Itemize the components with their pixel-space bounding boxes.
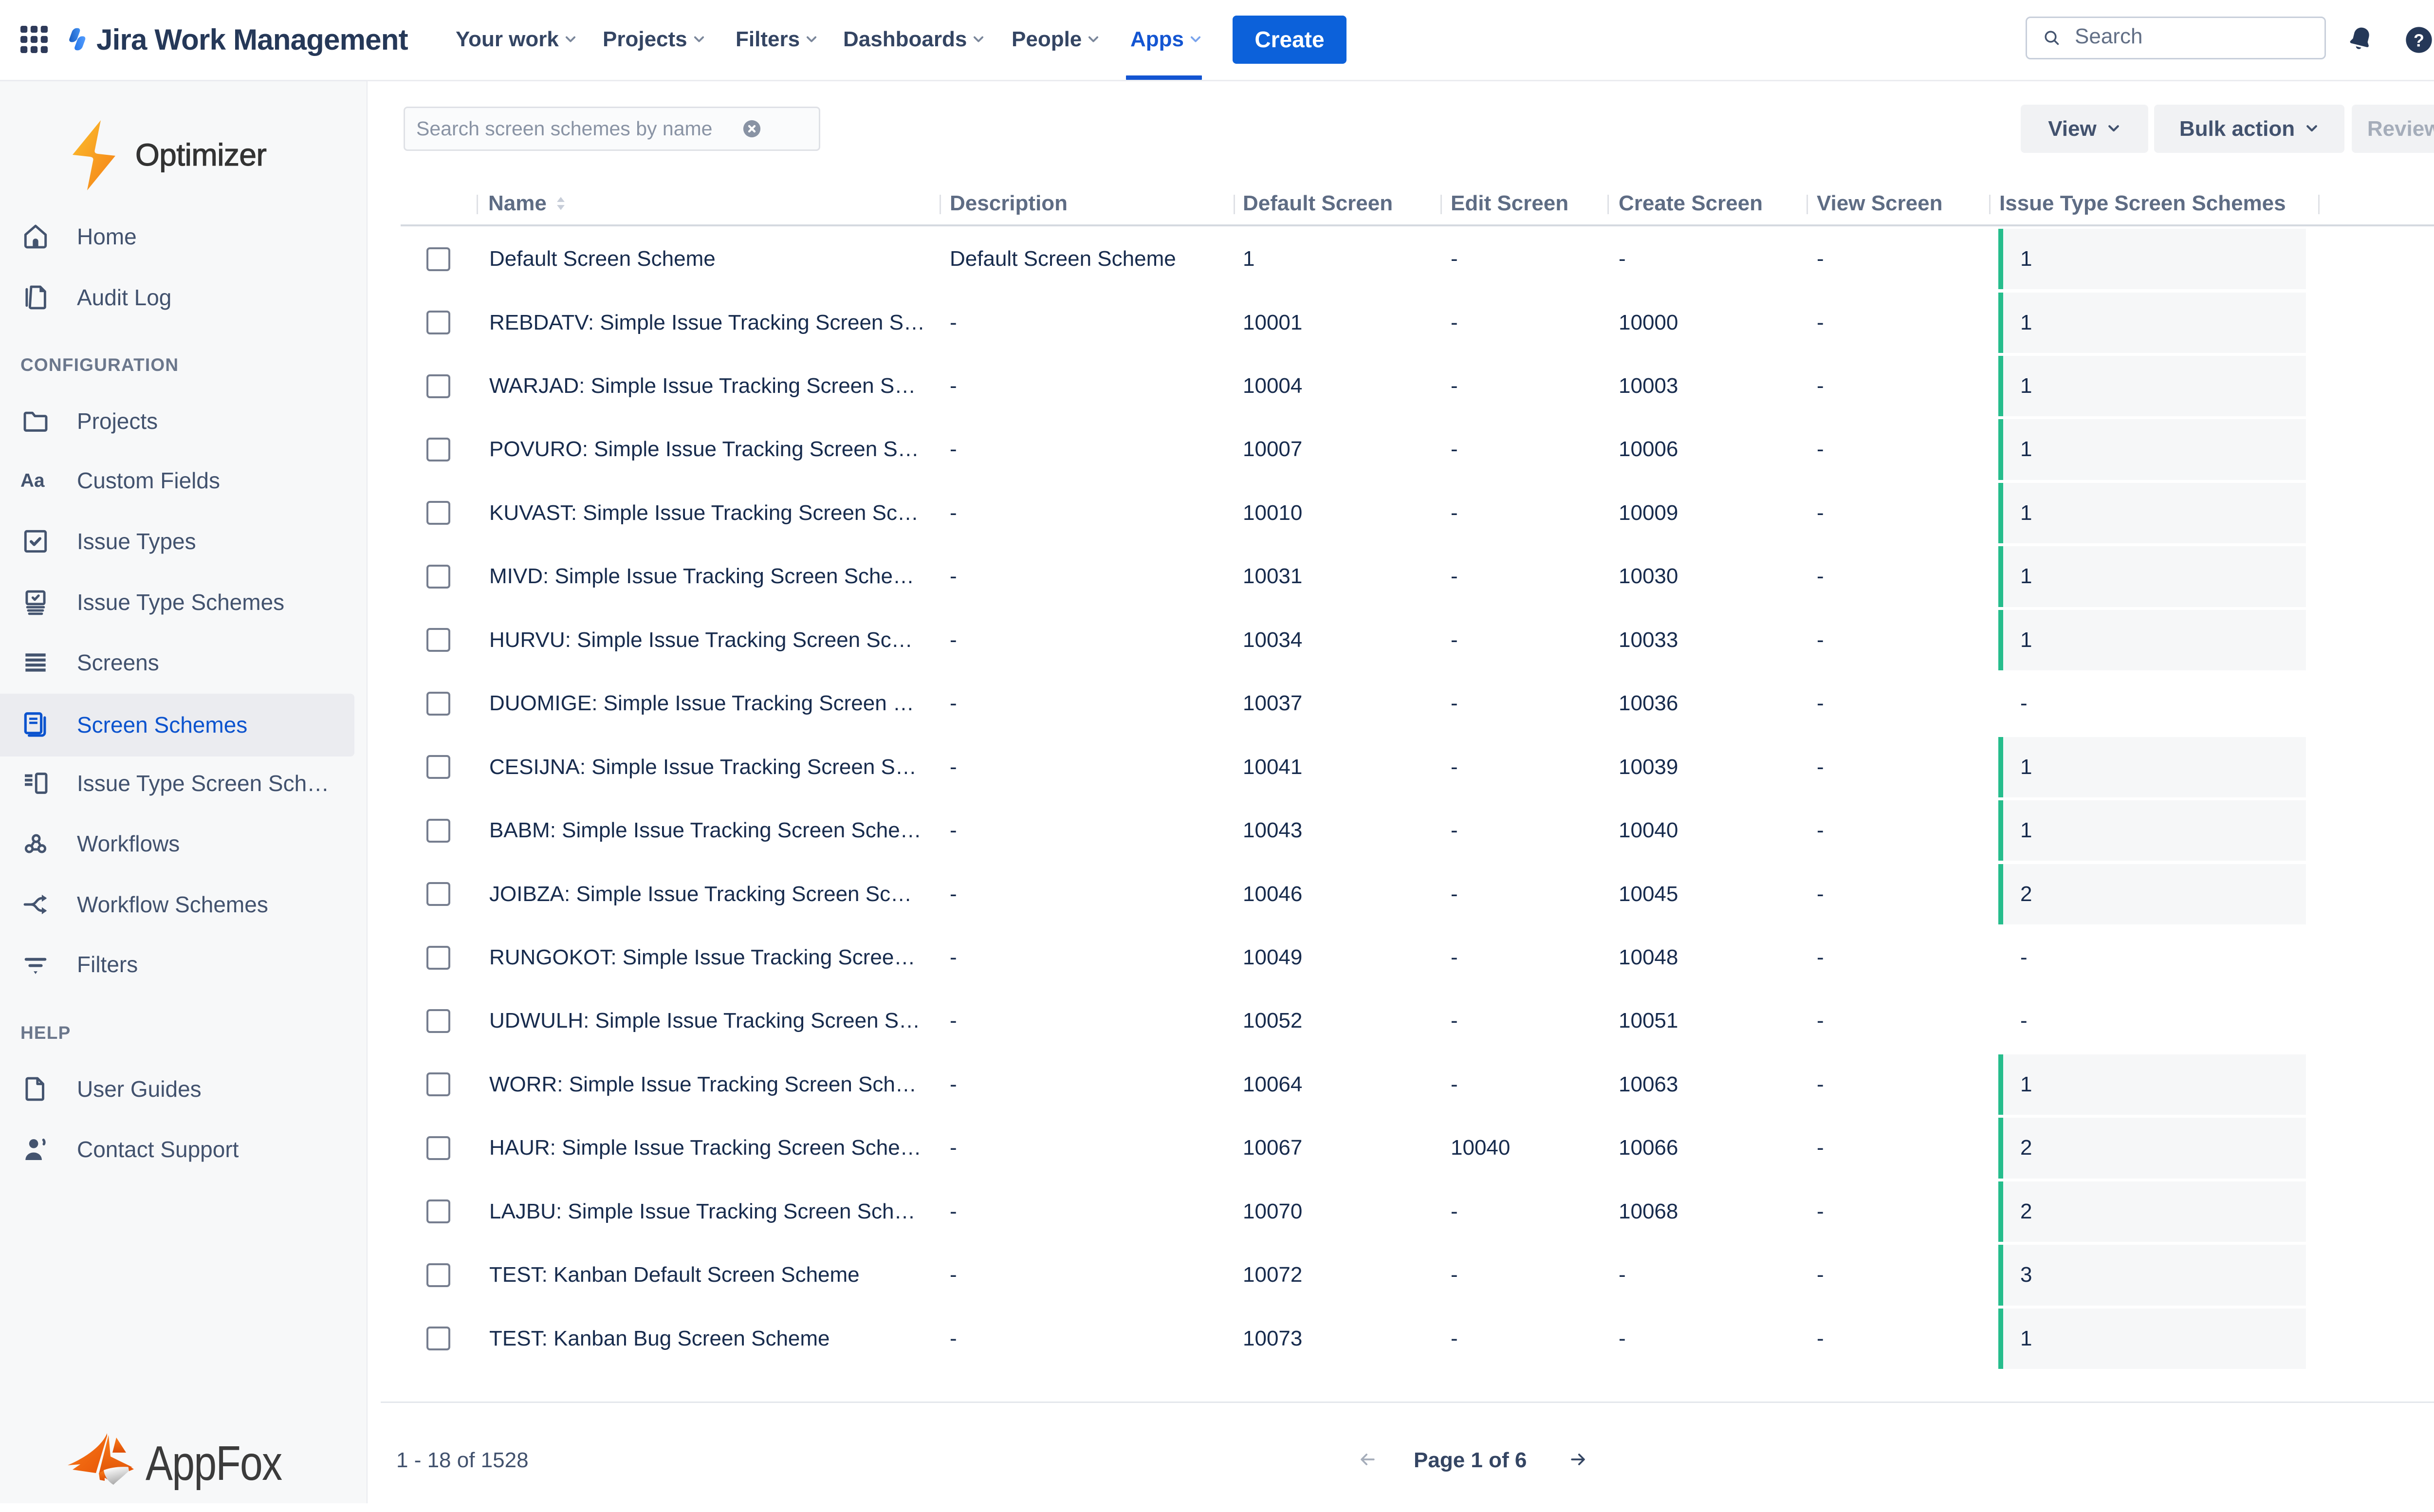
svg-text:?: ? <box>2414 30 2424 50</box>
svg-text:Aa: Aa <box>20 470 45 491</box>
